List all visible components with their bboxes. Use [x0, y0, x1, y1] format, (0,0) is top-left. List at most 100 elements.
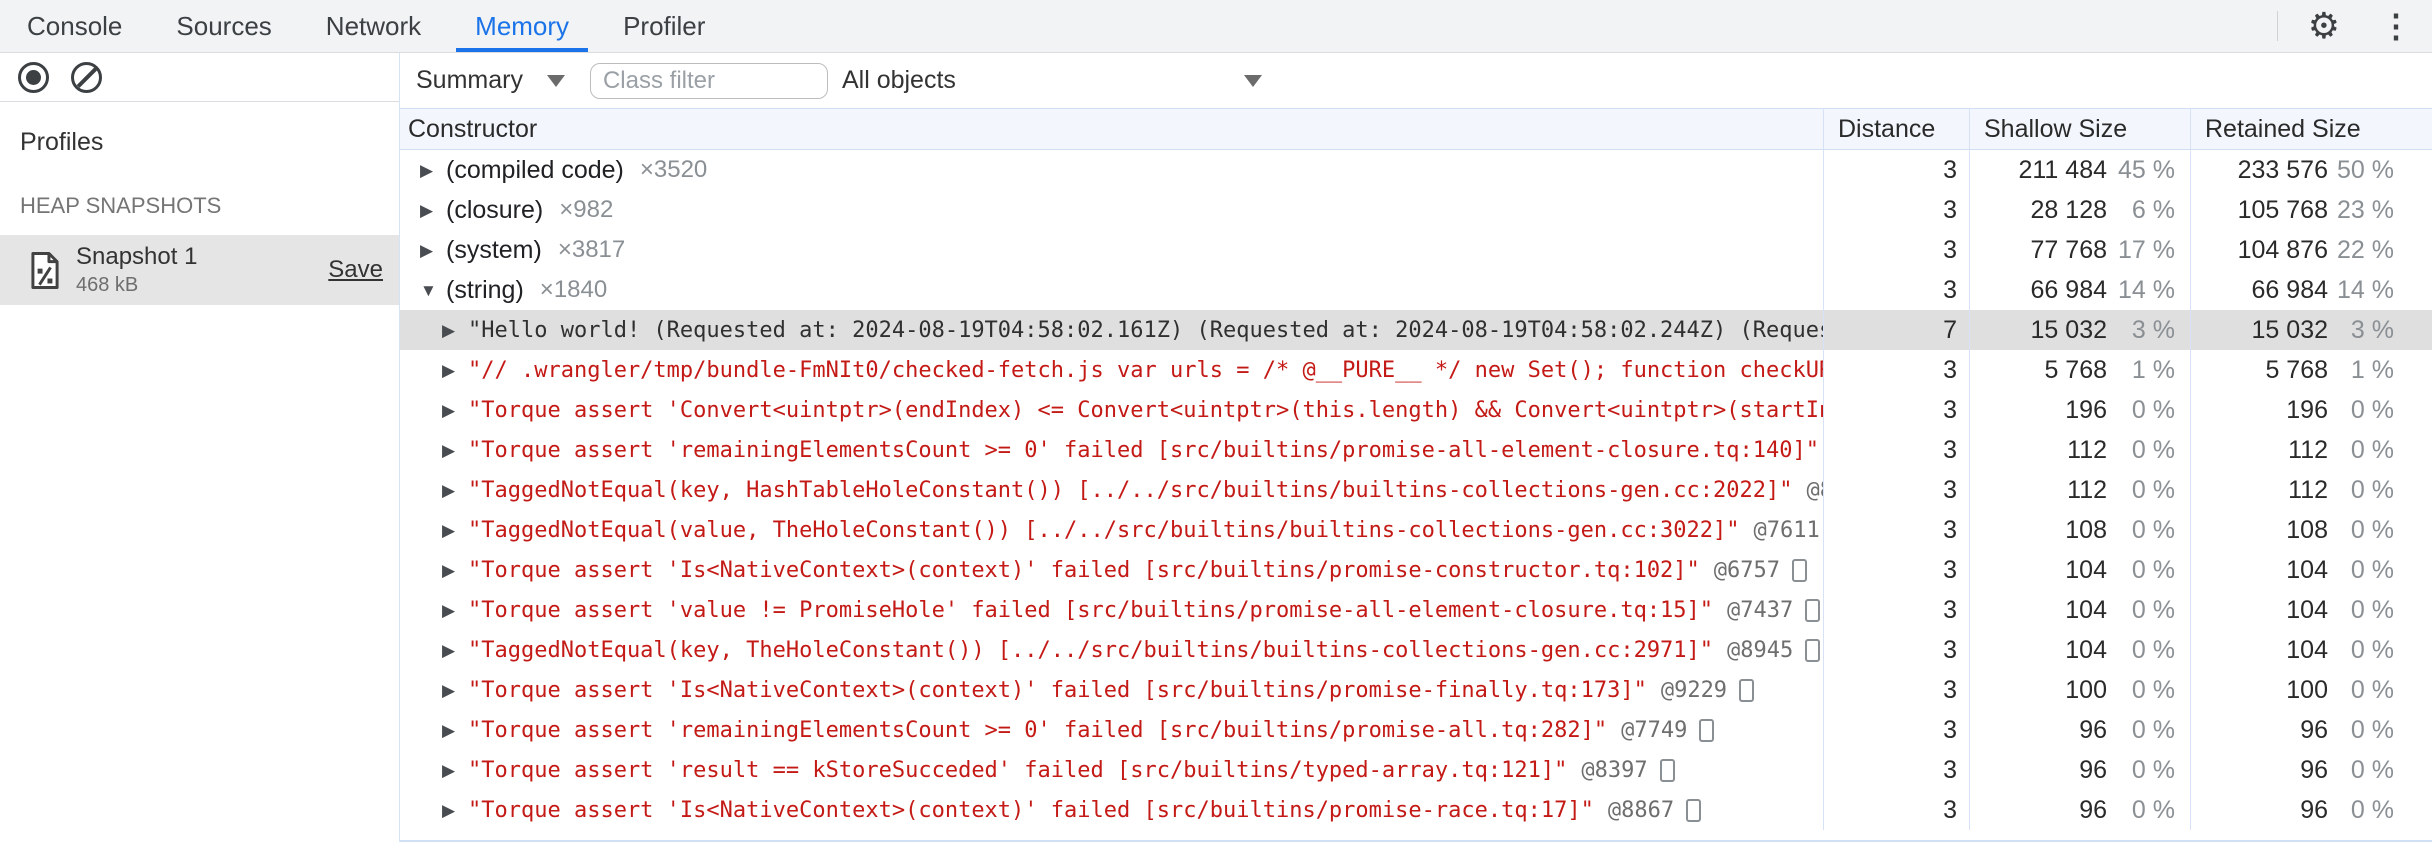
grid-rows: ▶ (compiled code) ×3520 3 211 484 45 % 233 576… — [400, 150, 2432, 842]
table-row[interactable]: ▶ "TaggedNotEqual(value, TheHoleConstant(… — [400, 510, 2432, 550]
distance-cell: 3 — [1823, 550, 1969, 590]
retained-size-percent: 22 % — [2337, 235, 2394, 264]
retained-size-value: 96 — [2300, 755, 2328, 784]
retained-size-cell: 96 0 % — [2190, 750, 2432, 790]
retained-size-value: 112 — [2288, 435, 2328, 464]
string-value: "Torque assert 'remainingElementsCount >… — [468, 437, 1820, 463]
tab-network[interactable]: Network — [299, 0, 448, 52]
retained-size-cell: 100 0 % — [2190, 670, 2432, 710]
distance-cell: 3 — [1823, 190, 1969, 230]
shallow-size-percent: 0 % — [2131, 475, 2175, 504]
retained-size-percent: 3 % — [2350, 315, 2394, 344]
retained-size-percent: 0 % — [2350, 715, 2394, 744]
string-value: "Torque assert 'Is<NativeContext>(contex… — [468, 797, 1594, 823]
expander-closed-icon[interactable]: ▶ — [420, 242, 446, 259]
table-row[interactable]: ▶ "Torque assert 'remainingElementsCount … — [400, 710, 2432, 750]
retained-size-percent: 0 % — [2350, 595, 2394, 624]
tab-sources[interactable]: Sources — [149, 0, 298, 52]
table-row[interactable]: ▶ (closure) ×982 3 28 128 6 % 105 768 23 % — [400, 190, 2432, 230]
expander-closed-icon[interactable]: ▶ — [442, 362, 468, 379]
table-row[interactable]: ▶ "Hello world! (Requested at: 2024-08-19… — [400, 310, 2432, 350]
retained-size-cell: 108 0 % — [2190, 510, 2432, 550]
shallow-size-cell: 112 0 % — [1969, 430, 2190, 470]
missing-glyph-box-icon — [1805, 638, 1821, 662]
tab-console[interactable]: Console — [0, 0, 149, 52]
expander-closed-icon[interactable]: ▶ — [442, 722, 468, 739]
expander-closed-icon[interactable]: ▶ — [442, 762, 468, 779]
expander-closed-icon[interactable]: ▶ — [420, 162, 446, 179]
retained-size-value: 100 — [2286, 675, 2328, 704]
distance-cell: 3 — [1823, 710, 1969, 750]
retained-size-cell: 96 0 % — [2190, 790, 2432, 830]
expander-open-icon[interactable]: ▼ — [420, 282, 446, 299]
class-filter-input[interactable] — [589, 62, 828, 99]
table-row[interactable]: ▶ "Torque assert 'result == kStoreSuccede… — [400, 750, 2432, 790]
shallow-size-cell: 211 484 45 % — [1969, 150, 2190, 190]
expander-closed-icon[interactable]: ▶ — [442, 402, 468, 419]
kebab-menu-icon[interactable]: ⋮ — [2380, 10, 2412, 42]
retained-size-percent: 0 % — [2350, 675, 2394, 704]
distance-cell: 3 — [1823, 350, 1969, 390]
shallow-size-value: 108 — [2065, 515, 2107, 544]
memory-panel: Profiles HEAP SNAPSHOTS Snapshot 1 468 k… — [0, 53, 2432, 842]
column-header-distance[interactable]: Distance — [1823, 109, 1969, 149]
save-snapshot-link[interactable]: Save — [328, 256, 383, 284]
table-row[interactable]: ▶ (compiled code) ×3520 3 211 484 45 % 233 576… — [400, 150, 2432, 190]
retained-size-percent: 0 % — [2350, 395, 2394, 424]
constructor-cell: ▼ (string) ×1840 — [400, 270, 1823, 310]
expander-closed-icon[interactable]: ▶ — [442, 482, 468, 499]
clear-profiles-icon[interactable] — [71, 61, 102, 93]
expander-closed-icon[interactable]: ▶ — [442, 642, 468, 659]
retained-size-value: 196 — [2286, 395, 2328, 424]
table-row[interactable]: ▶ "Torque assert 'Is<NativeContext>(conte… — [400, 670, 2432, 710]
shallow-size-value: 100 — [2065, 675, 2107, 704]
expander-closed-icon[interactable]: ▶ — [442, 322, 468, 339]
missing-glyph-box-icon — [1699, 718, 1715, 742]
table-row[interactable]: ▶ "Torque assert 'remainingElementsCount … — [400, 430, 2432, 470]
string-value: "TaggedNotEqual(key, TheHoleConstant()) … — [468, 637, 1714, 663]
column-header-retained-size[interactable]: Retained Size — [2190, 109, 2432, 149]
retained-size-cell: 105 768 23 % — [2190, 190, 2432, 230]
expander-closed-icon[interactable]: ▶ — [442, 442, 468, 459]
retained-size-cell: 233 576 50 % — [2190, 150, 2432, 190]
instance-count: ×3520 — [639, 156, 708, 183]
toolbar-divider — [2276, 11, 2278, 41]
table-row[interactable]: ▶ (system) ×3817 3 77 768 17 % 104 876 22 % — [400, 230, 2432, 270]
table-row[interactable]: ▶ "TaggedNotEqual(key, HashTableHoleConst… — [400, 470, 2432, 510]
shallow-size-percent: 45 % — [2118, 155, 2175, 184]
shallow-size-percent: 3 % — [2131, 315, 2175, 344]
missing-glyph-box-icon — [1805, 598, 1821, 622]
heap-snapshot-icon — [31, 251, 59, 289]
table-row[interactable]: ▼ (string) ×1840 3 66 984 14 % 66 984 14 % — [400, 270, 2432, 310]
expander-closed-icon[interactable]: ▶ — [442, 562, 468, 579]
settings-gear-icon[interactable]: ⚙ — [2308, 8, 2340, 44]
table-row[interactable]: ▶ "Torque assert 'Is<NativeContext>(conte… — [400, 790, 2432, 830]
tab-label: Profiler — [623, 10, 706, 41]
table-row[interactable]: ▶ "Torque assert 'Convert<uintptr>(endInd… — [400, 390, 2432, 430]
table-row[interactable]: ▶ "// .wrangler/tmp/bundle-FmNIt0/checked… — [400, 350, 2432, 390]
table-row[interactable]: ▶ "Torque assert 'Is<NativeContext>(conte… — [400, 550, 2432, 590]
objects-filter-label: All objects — [841, 66, 956, 94]
table-row[interactable]: ▶ "TaggedNotEqual(key, TheHoleConstant())… — [400, 630, 2432, 670]
perspective-select[interactable]: Summary — [416, 66, 565, 95]
column-header-shallow-size[interactable]: Shallow Size — [1969, 109, 2190, 149]
grid-header: Constructor Distance Shallow Size Retain… — [400, 109, 2432, 150]
objects-filter-select[interactable]: All objects — [842, 66, 1262, 95]
table-row[interactable]: ▶ "Torque assert 'value != PromiseHole' f… — [400, 590, 2432, 630]
expander-closed-icon[interactable]: ▶ — [442, 602, 468, 619]
retained-size-value: 15 032 — [2251, 315, 2328, 344]
column-header-constructor[interactable]: Constructor — [400, 109, 1823, 149]
expander-closed-icon[interactable]: ▶ — [442, 682, 468, 699]
shallow-size-cell: 196 0 % — [1969, 390, 2190, 430]
shallow-size-value: 112 — [2067, 475, 2107, 504]
retained-size-percent: 1 % — [2350, 355, 2394, 384]
record-heap-snapshot-icon[interactable] — [18, 61, 49, 93]
expander-closed-icon[interactable]: ▶ — [442, 522, 468, 539]
tab-memory[interactable]: Memory — [448, 0, 596, 52]
expander-closed-icon[interactable]: ▶ — [442, 802, 468, 819]
tab-profiler[interactable]: Profiler — [596, 0, 732, 52]
snapshot-item[interactable]: Snapshot 1 468 kB Save — [0, 235, 399, 305]
distance-cell: 3 — [1823, 270, 1969, 310]
chevron-down-icon — [1243, 74, 1262, 87]
expander-closed-icon[interactable]: ▶ — [420, 202, 446, 219]
